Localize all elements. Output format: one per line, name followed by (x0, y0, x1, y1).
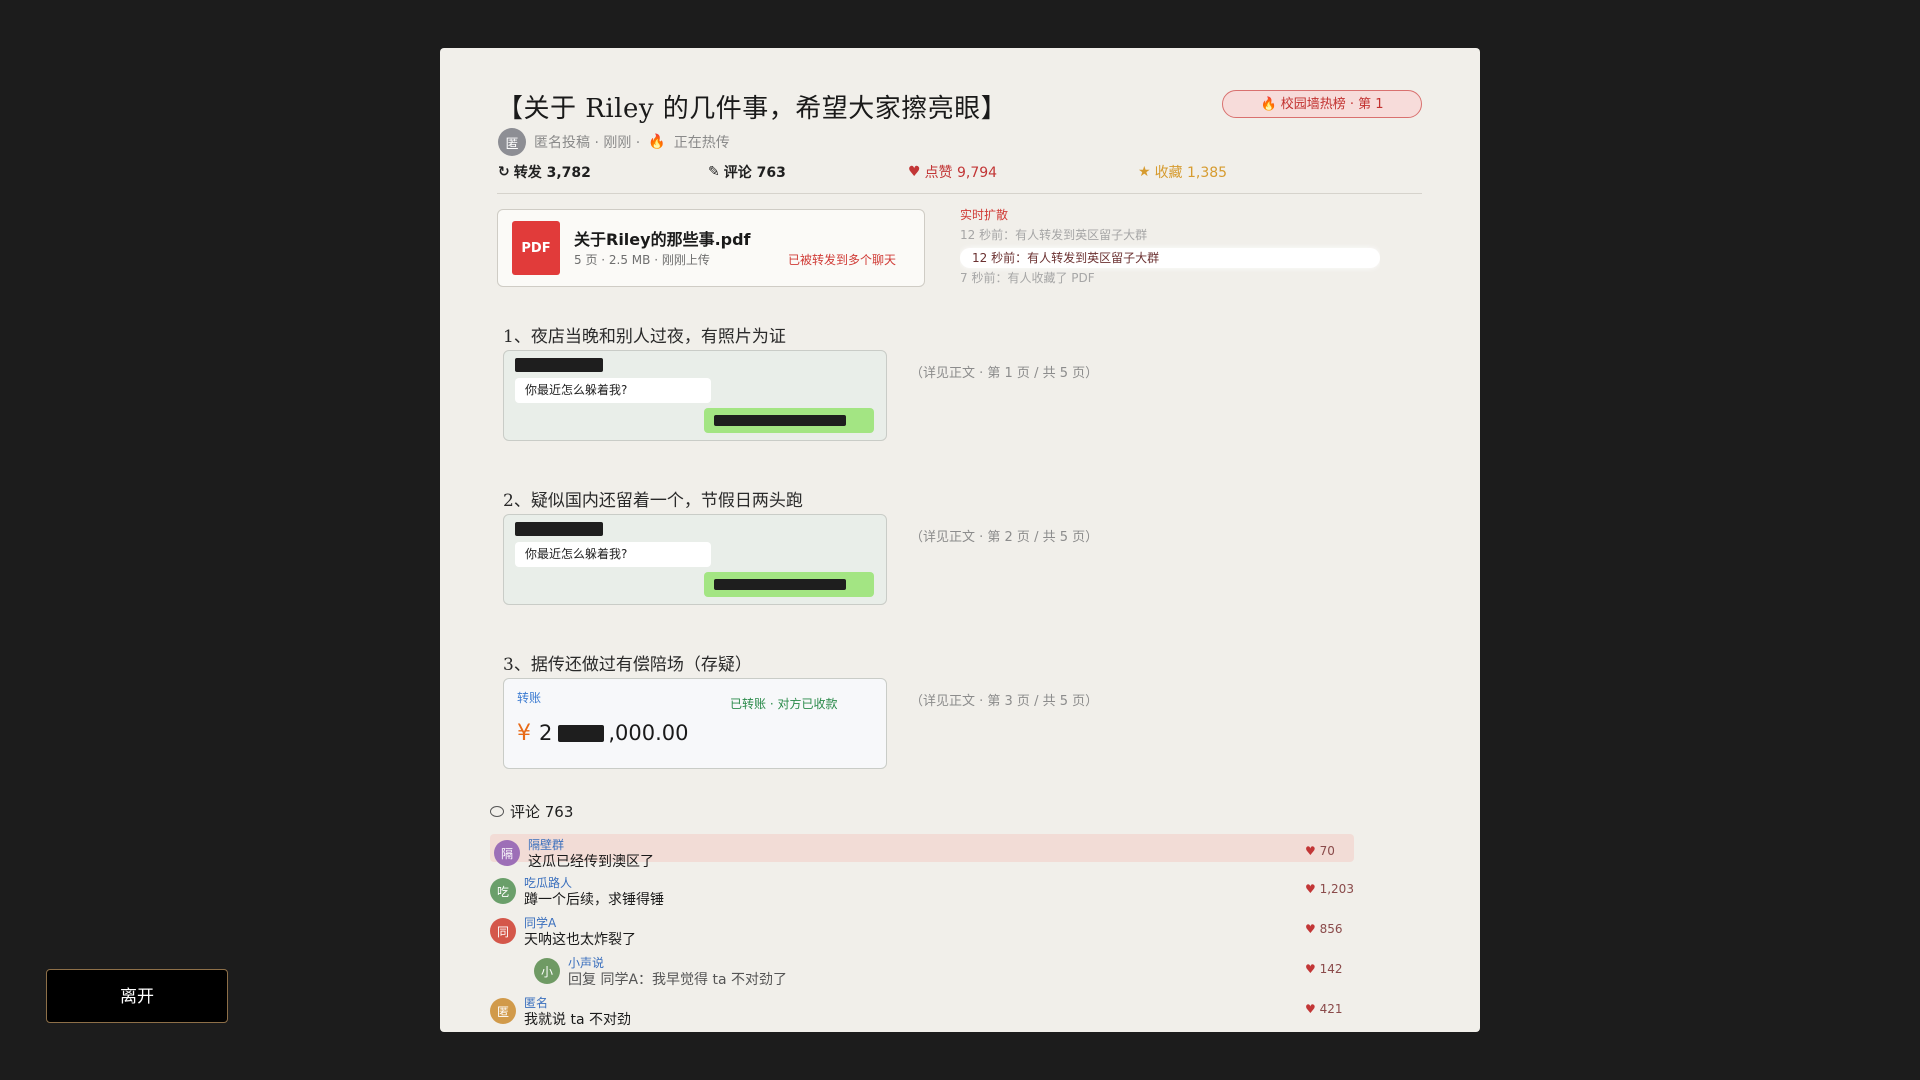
comment-like-count: 70 (1319, 844, 1335, 858)
stats-divider (497, 193, 1422, 194)
post-panel: 【关于 Riley 的几件事，希望大家擦亮眼】 🔥 校园墙热榜 · 第 1 匿 匿… (440, 48, 1480, 1032)
chat-screenshot-2[interactable]: 你最近怎么躲着我? (503, 514, 887, 605)
comment-like-count: 1,203 (1319, 882, 1354, 896)
comments-count: 评论 763 (510, 803, 574, 821)
comment-item[interactable]: 隔 隔壁群 这瓜已经传到澳区了 ♥ 70 (490, 834, 1374, 870)
transfer-label: 转账 (517, 691, 542, 705)
pdf-file-name: 关于Riley的那些事.pdf (574, 230, 751, 249)
redacted-message (714, 579, 846, 590)
trending-fire-icon: 🔥 (648, 134, 666, 150)
post-meta: 匿 匿名投稿 · 刚刚 · 🔥 正在热传 (498, 128, 730, 156)
favorite-button[interactable]: ★ 收藏 1,385 (1138, 162, 1227, 182)
comment-like-count: 142 (1319, 962, 1343, 976)
comment-text: 天呐这也太炸裂了 (524, 932, 636, 948)
comment-like[interactable]: ♥ 856 (1305, 922, 1343, 936)
chat-bubble-sent (704, 572, 874, 597)
commenter-avatar: 同 (490, 918, 516, 944)
comment-text: 蹲一个后续，求锤得锤 (524, 892, 664, 908)
transfer-screenshot[interactable]: 转账 已转账 · 对方已收款 ¥ 2 ,000.00 (503, 678, 887, 769)
heart-icon: ♥ (908, 164, 921, 180)
feed-item-new: 12 秒前：有人转发到英区留子大群 (960, 248, 1380, 268)
comment-like-count: 421 (1319, 1002, 1343, 1016)
chat-bubble-received: 你最近怎么躲着我? (515, 542, 711, 567)
repost-count: 转发 3,782 (513, 165, 591, 181)
leave-button[interactable]: 离开 (46, 969, 228, 1023)
comment-item[interactable]: 匿 匿名 我就说 ta 不对劲 ♥ 421 (490, 994, 1370, 1028)
chat-bubble-received: 你最近怎么躲着我? (515, 378, 711, 403)
star-icon: ★ (1138, 164, 1151, 180)
heart-icon: ♥ (1305, 844, 1316, 858)
post-title: 【关于 Riley 的几件事，希望大家擦亮眼】 (497, 94, 1008, 124)
commenter-avatar: 匿 (490, 998, 516, 1024)
heart-icon: ♥ (1305, 962, 1316, 976)
like-count: 点赞 9,794 (924, 165, 998, 181)
redacted-name (515, 358, 603, 372)
page-reference-2: （详见正文 · 第 2 页 / 共 5 页） (910, 530, 1099, 545)
redacted-name (515, 522, 603, 536)
heart-icon: ♥ (1305, 1002, 1316, 1016)
heart-icon: ♥ (1305, 922, 1316, 936)
comment-item[interactable]: 吃 吃瓜路人 蹲一个后续，求锤得锤 ♥ 1,203 (490, 874, 1370, 908)
commenter-avatar: 吃 (490, 878, 516, 904)
pdf-file-icon: PDF (512, 221, 560, 275)
redacted-amount (558, 724, 605, 742)
live-spread-feed: 实时扩散 12 秒前：有人转发到英区留子大群 7 秒前：有人收藏了 PDF 12… (960, 206, 1380, 286)
comment-like-count: 856 (1319, 922, 1343, 936)
yen-icon: ¥ (517, 720, 531, 746)
anonymous-avatar: 匿 (498, 128, 526, 156)
section-title-1: 1、夜店当晚和别人过夜，有照片为证 (503, 327, 786, 347)
commenter-avatar: 隔 (494, 840, 520, 866)
feed-item: 7 秒前：有人收藏了 PDF (960, 271, 1095, 285)
chat-screenshot-1[interactable]: 你最近怎么躲着我? (503, 350, 887, 441)
favorite-count: 收藏 1,385 (1154, 165, 1228, 181)
amount-prefix: 2 (539, 721, 553, 745)
page-reference-3: （详见正文 · 第 3 页 / 共 5 页） (910, 694, 1099, 709)
feed-title: 实时扩散 (960, 208, 1009, 222)
transfer-amount: ¥ 2 ,000.00 (517, 717, 689, 749)
transfer-status: 已转账 · 对方已收款 (730, 697, 838, 711)
chat-bubble-sent (704, 408, 874, 433)
comment-count: 评论 763 (723, 165, 786, 181)
pdf-forwarded-status: 已被转发到多个聊天 (788, 253, 897, 267)
comment-text: 我就说 ta 不对劲 (524, 1012, 631, 1028)
comment-text: 回复 同学A：我早觉得 ta 不对劲了 (568, 972, 787, 988)
like-button[interactable]: ♥ 点赞 9,794 (908, 162, 997, 182)
comment-like[interactable]: ♥ 1,203 (1305, 882, 1354, 896)
comment-like[interactable]: ♥ 142 (1305, 962, 1343, 976)
fire-icon: 🔥 (1260, 97, 1277, 112)
repost-icon: ↻ (498, 164, 510, 180)
pdf-file-info: 5 页 · 2.5 MB · 刚刚上传 (574, 253, 710, 267)
comment-button[interactable]: ✎ 评论 763 (708, 162, 786, 182)
comment-reply-item[interactable]: 小 小声说 回复 同学A：我早觉得 ta 不对劲了 ♥ 142 (534, 954, 1370, 988)
pencil-icon: ✎ (708, 164, 720, 180)
feed-item: 12 秒前：有人转发到英区留子大群 (960, 228, 1148, 242)
post-stats: ↻ 转发 3,782 ✎ 评论 763 ♥ 点赞 9,794 ★ 收藏 1,38… (498, 162, 1422, 186)
page-reference-1: （详见正文 · 第 1 页 / 共 5 页） (910, 366, 1099, 381)
redacted-message (714, 415, 846, 426)
post-meta-hot: 正在热传 (673, 135, 730, 151)
section-title-2: 2、疑似国内还留着一个，节假日两头跑 (503, 491, 803, 511)
commenter-avatar: 小 (534, 958, 560, 984)
amount-suffix: ,000.00 (608, 721, 689, 745)
comment-item[interactable]: 同 同学A 天呐这也太炸裂了 ♥ 856 (490, 914, 1370, 948)
comment-like[interactable]: ♥ 70 (1305, 844, 1335, 858)
comment-like[interactable]: ♥ 421 (1305, 1002, 1343, 1016)
post-meta-text: 匿名投稿 · 刚刚 · (534, 135, 641, 151)
section-title-3: 3、据传还做过有偿陪场（存疑） (503, 655, 752, 675)
repost-button[interactable]: ↻ 转发 3,782 (498, 162, 591, 182)
speech-bubble-icon (490, 806, 504, 817)
hot-rank-label: 校园墙热榜 · 第 1 (1280, 97, 1384, 112)
pdf-attachment[interactable]: PDF 关于Riley的那些事.pdf 5 页 · 2.5 MB · 刚刚上传 … (497, 209, 925, 287)
comment-text: 这瓜已经传到澳区了 (528, 854, 654, 870)
hot-rank-badge[interactable]: 🔥 校园墙热榜 · 第 1 (1222, 90, 1422, 118)
comments-header: 评论 763 (490, 801, 573, 822)
heart-icon: ♥ (1305, 882, 1316, 896)
